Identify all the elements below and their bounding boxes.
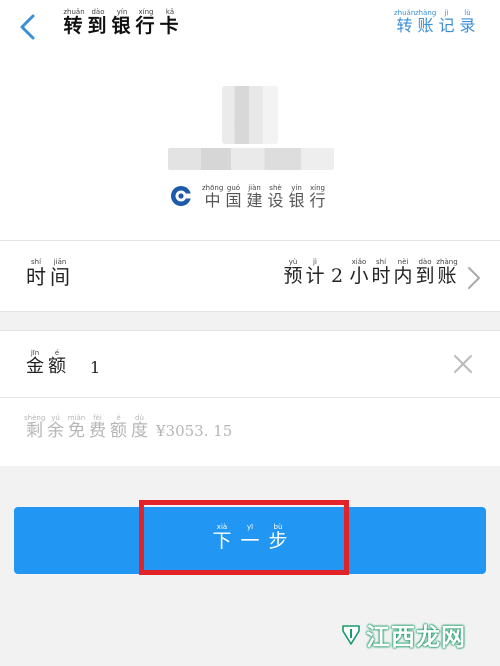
free-quota-label: shèng 剩 yú 余 miǎn 免 fèi 费 é 额 dù 度 bbox=[24, 414, 150, 440]
watermark-text: 江西龙网 bbox=[366, 623, 466, 651]
character: 设 bbox=[267, 191, 284, 210]
char-with-pinyin: jiàn 建 bbox=[244, 184, 265, 209]
character: 银 bbox=[288, 191, 305, 210]
transfer-records-link[interactable]: zhuǎn 转 zhàng 账 jì 记 lù 录 bbox=[394, 9, 478, 34]
char-with-pinyin: yú 余 bbox=[45, 414, 66, 440]
char-with-pinyin: fèi 费 bbox=[87, 414, 108, 440]
char-with-pinyin: zhàng 账 bbox=[415, 9, 436, 34]
char-with-pinyin: zhuǎn 转 bbox=[62, 8, 86, 36]
char-with-pinyin: kǎ 卡 bbox=[158, 8, 182, 36]
bank-info: zhōng 中 guó 国 jiàn 建 shè 设 yín 银 xíng 行 bbox=[170, 184, 328, 209]
character: 转 bbox=[396, 16, 413, 35]
character: 下 bbox=[212, 531, 232, 552]
char-with-pinyin: xiǎo 小 bbox=[348, 258, 370, 286]
character: 内 bbox=[393, 265, 413, 287]
character: 费 bbox=[89, 421, 106, 441]
free-quota-row: shèng 剩 yú 余 miǎn 免 fèi 费 é 额 dù 度 ¥3053. 15 bbox=[0, 398, 500, 466]
arrival-time-value[interactable]: yù 预 jì 计 2 xiǎo 小 shí 时 nèi 内 dào 到 zhàng 账 bbox=[282, 258, 458, 286]
char-with-pinyin: xià 下 bbox=[208, 523, 236, 551]
arrival-time-row[interactable]: shí 时 jiān 间 yù 预 jì 计 2 xiǎo 小 shí 时 nèi 内 dào 到 zhàng 账 bbox=[0, 240, 500, 312]
char-with-pinyin: nèi 内 bbox=[392, 258, 414, 286]
character: 预 bbox=[283, 265, 303, 287]
char-with-pinyin: dào 到 bbox=[86, 8, 110, 36]
char-with-pinyin: jì 记 bbox=[436, 9, 457, 34]
character: 到 bbox=[87, 15, 109, 37]
char-with-pinyin: xíng 行 bbox=[134, 8, 158, 36]
free-quota: shèng 剩 yú 余 miǎn 免 fèi 费 é 额 dù 度 ¥3053. 15 bbox=[24, 414, 232, 440]
character: 步 bbox=[268, 531, 288, 552]
char-with-pinyin: jiān 间 bbox=[48, 258, 72, 287]
amount-label: jīn 金 é 额 bbox=[24, 349, 68, 376]
char-with-pinyin: yín 银 bbox=[286, 184, 307, 209]
ccb-logo-icon bbox=[171, 186, 192, 206]
clear-icon[interactable] bbox=[452, 353, 474, 375]
character: 度 bbox=[131, 421, 148, 441]
character: 额 bbox=[48, 356, 66, 377]
character: 时 bbox=[371, 265, 391, 287]
character: 小 bbox=[349, 265, 369, 287]
char-with-pinyin: jīn 金 bbox=[24, 349, 46, 376]
chevron-right-icon[interactable] bbox=[466, 265, 482, 291]
char-with-pinyin: lù 录 bbox=[457, 9, 478, 34]
time-label: shí 时 jiān 间 bbox=[24, 258, 72, 287]
watermark: 江西龙网 bbox=[339, 617, 466, 652]
char-with-pinyin: shèng 剩 bbox=[24, 414, 45, 440]
chevron-left-icon[interactable] bbox=[14, 12, 44, 42]
character: 额 bbox=[110, 421, 127, 441]
char-with-pinyin: jì 计 bbox=[304, 258, 326, 286]
character: 中 bbox=[204, 191, 221, 210]
character: 金 bbox=[26, 356, 44, 377]
char-with-pinyin: dào 到 bbox=[414, 258, 436, 286]
char-with-pinyin: guó 国 bbox=[223, 184, 244, 209]
character: 记 bbox=[438, 16, 455, 35]
page-title: zhuǎn 转 dào 到 yín 银 xíng 行 kǎ 卡 bbox=[62, 8, 182, 36]
character: 2 bbox=[330, 265, 344, 287]
character: 免 bbox=[68, 421, 85, 441]
char-with-pinyin: miǎn 免 bbox=[66, 414, 87, 440]
bank-name: zhōng 中 guó 国 jiàn 建 shè 设 yín 银 xíng 行 bbox=[202, 184, 328, 209]
character: 计 bbox=[305, 265, 325, 287]
character: 账 bbox=[417, 16, 434, 35]
char-with-pinyin: yī 一 bbox=[236, 523, 264, 551]
char-with-pinyin: bù 步 bbox=[264, 523, 292, 551]
character: 卡 bbox=[159, 15, 181, 37]
char-with-pinyin: shí 时 bbox=[24, 258, 48, 287]
header-bar: zhuǎn 转 dào 到 yín 银 xíng 行 kǎ 卡 zhuǎn 转 zhàng 账 jì 记 lù… bbox=[0, 0, 500, 58]
character: 余 bbox=[47, 421, 64, 441]
character: 时 bbox=[26, 265, 46, 289]
blurred-recipient-avatar bbox=[222, 86, 278, 144]
character: 到 bbox=[415, 265, 435, 287]
char-with-pinyin: shí 时 bbox=[370, 258, 392, 286]
char-with-pinyin: é额 bbox=[108, 414, 129, 440]
char-with-pinyin: zhàng 账 bbox=[436, 258, 458, 286]
char-with-pinyin: zhuǎn 转 bbox=[394, 9, 415, 34]
character: 账 bbox=[437, 265, 457, 287]
watermark-logo-icon bbox=[342, 624, 360, 645]
character: 建 bbox=[246, 191, 263, 210]
char-with-pinyin: shè 设 bbox=[265, 184, 286, 209]
free-quota-value: ¥3053. 15 bbox=[156, 422, 233, 440]
char-with-pinyin: xíng 行 bbox=[307, 184, 328, 209]
char-with-pinyin: dù 度 bbox=[129, 414, 150, 440]
blurred-recipient-account bbox=[168, 148, 334, 170]
char-with-pinyin: yù 预 bbox=[282, 258, 304, 286]
amount-input[interactable] bbox=[84, 351, 426, 383]
character: 行 bbox=[309, 191, 326, 210]
amount-row: jīn 金 é 额 bbox=[0, 330, 500, 398]
char-with-pinyin: zhōng 中 bbox=[202, 184, 223, 209]
next-step-button[interactable]: xià 下 yī 一 bù 步 bbox=[14, 507, 486, 574]
character: 一 bbox=[240, 531, 260, 552]
character: 间 bbox=[50, 265, 70, 289]
char-with-pinyin: yín 银 bbox=[110, 8, 134, 36]
character: 国 bbox=[225, 191, 242, 210]
recipient-card: zhōng 中 guó 国 jiàn 建 shè 设 yín 银 xíng 行 bbox=[0, 58, 500, 240]
character: 银 bbox=[111, 15, 133, 37]
character: 行 bbox=[135, 15, 157, 37]
character: 录 bbox=[459, 16, 476, 35]
char-with-pinyin: 2 bbox=[326, 258, 348, 286]
next-step-label: xià 下 yī 一 bù 步 bbox=[14, 523, 486, 551]
character: 剩 bbox=[26, 421, 43, 441]
char-with-pinyin: é额 bbox=[46, 349, 68, 376]
character: 转 bbox=[63, 15, 85, 37]
